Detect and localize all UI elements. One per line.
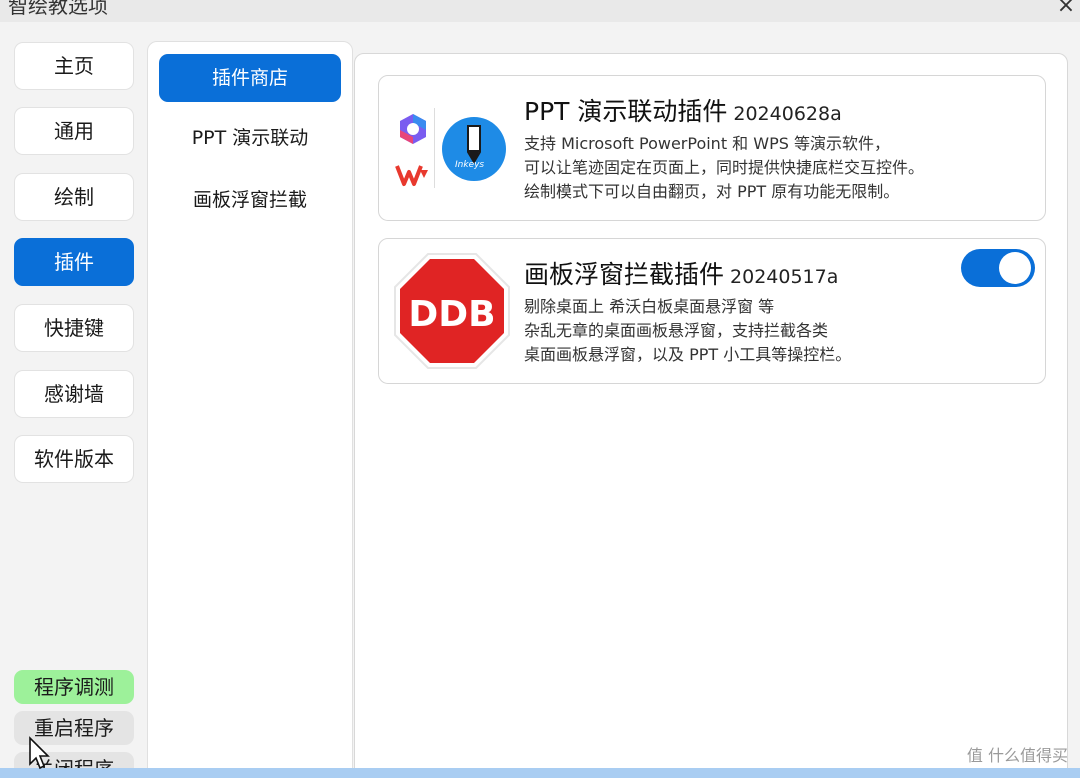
- plugin-title-text: PPT 演示联动插件: [524, 97, 728, 126]
- desc-line: 杂乱无章的桌面画板悬浮窗，支持拦截各类: [524, 321, 829, 340]
- subnav-ppt-link[interactable]: PPT 演示联动: [159, 114, 341, 162]
- desc-line: 支持 Microsoft PowerPoint 和 WPS 等演示软件，: [524, 134, 890, 153]
- plugin-version: 20240517a: [730, 266, 839, 288]
- plugin-version: 20240628a: [733, 103, 842, 125]
- nav-draw-button[interactable]: 绘制: [14, 173, 134, 221]
- watermark: 值 什么值得买: [966, 746, 1068, 765]
- wps-logo-icon: [395, 165, 428, 186]
- plugin-enable-toggle[interactable]: [961, 249, 1035, 287]
- plugin-title: 画板浮窗拦截插件 20240517a: [524, 255, 838, 291]
- plugin-description: 剔除桌面上 希沃白板桌面悬浮窗 等 杂乱无章的桌面画板悬浮窗，支持拦截各类 桌面…: [524, 295, 851, 367]
- office-logo-icon: [400, 114, 426, 144]
- nav-version-button[interactable]: 软件版本: [14, 435, 134, 483]
- inkeys-pen-icon: [442, 117, 506, 181]
- taskbar-strip: [0, 768, 1080, 778]
- nav-home-button[interactable]: 主页: [14, 42, 134, 90]
- debug-button[interactable]: 程序调测: [14, 670, 134, 704]
- toggle-knob: [999, 252, 1031, 284]
- plugin-title: PPT 演示联动插件 20240628a: [524, 92, 842, 128]
- nav-plugins-button[interactable]: 插件: [14, 238, 134, 286]
- nav-general-button[interactable]: 通用: [14, 107, 134, 155]
- plugin-card-ppt[interactable]: Inkeys PPT 演示联动插件 20240628a 支持 Microsoft …: [378, 75, 1046, 221]
- plugin-store-panel: Inkeys PPT 演示联动插件 20240628a 支持 Microsoft …: [354, 53, 1068, 778]
- plugin-title-text: 画板浮窗拦截插件: [524, 260, 725, 289]
- nav-shortcuts-button[interactable]: 快捷键: [14, 304, 134, 352]
- subnav-plugin-store[interactable]: 插件商店: [159, 54, 341, 102]
- desc-line: 桌面画板悬浮窗，以及 PPT 小工具等操控栏。: [524, 345, 852, 364]
- plugin-description: 支持 Microsoft PowerPoint 和 WPS 等演示软件， 可以让…: [524, 132, 924, 204]
- nav-thanks-button[interactable]: 感谢墙: [14, 370, 134, 418]
- subnav-float-block[interactable]: 画板浮窗拦截: [159, 176, 341, 224]
- mouse-cursor-icon: [29, 736, 50, 770]
- close-icon[interactable]: ×: [1052, 0, 1080, 20]
- logo-divider: [434, 108, 435, 188]
- plugin-card-ddb[interactable]: DDB 画板浮窗拦截插件 20240517a 剔除桌面上 希沃白板桌面悬浮窗 等 …: [378, 238, 1046, 384]
- inkeys-label: Inkeys: [455, 160, 485, 170]
- desc-line: 绘制模式下可以自由翻页，对 PPT 原有功能无限制。: [524, 182, 900, 201]
- desc-line: 可以让笔迹固定在页面上，同时提供快捷底栏交互控件。: [524, 158, 925, 177]
- plugin-subnav: 插件商店 PPT 演示联动 画板浮窗拦截: [147, 41, 353, 778]
- desc-line: 剔除桌面上 希沃白板桌面悬浮窗 等: [524, 297, 775, 316]
- title-bar: 智绘教选项 ×: [0, 0, 1080, 22]
- ddb-label: DDB: [408, 294, 496, 335]
- window-title: 智绘教选项: [8, 0, 108, 18]
